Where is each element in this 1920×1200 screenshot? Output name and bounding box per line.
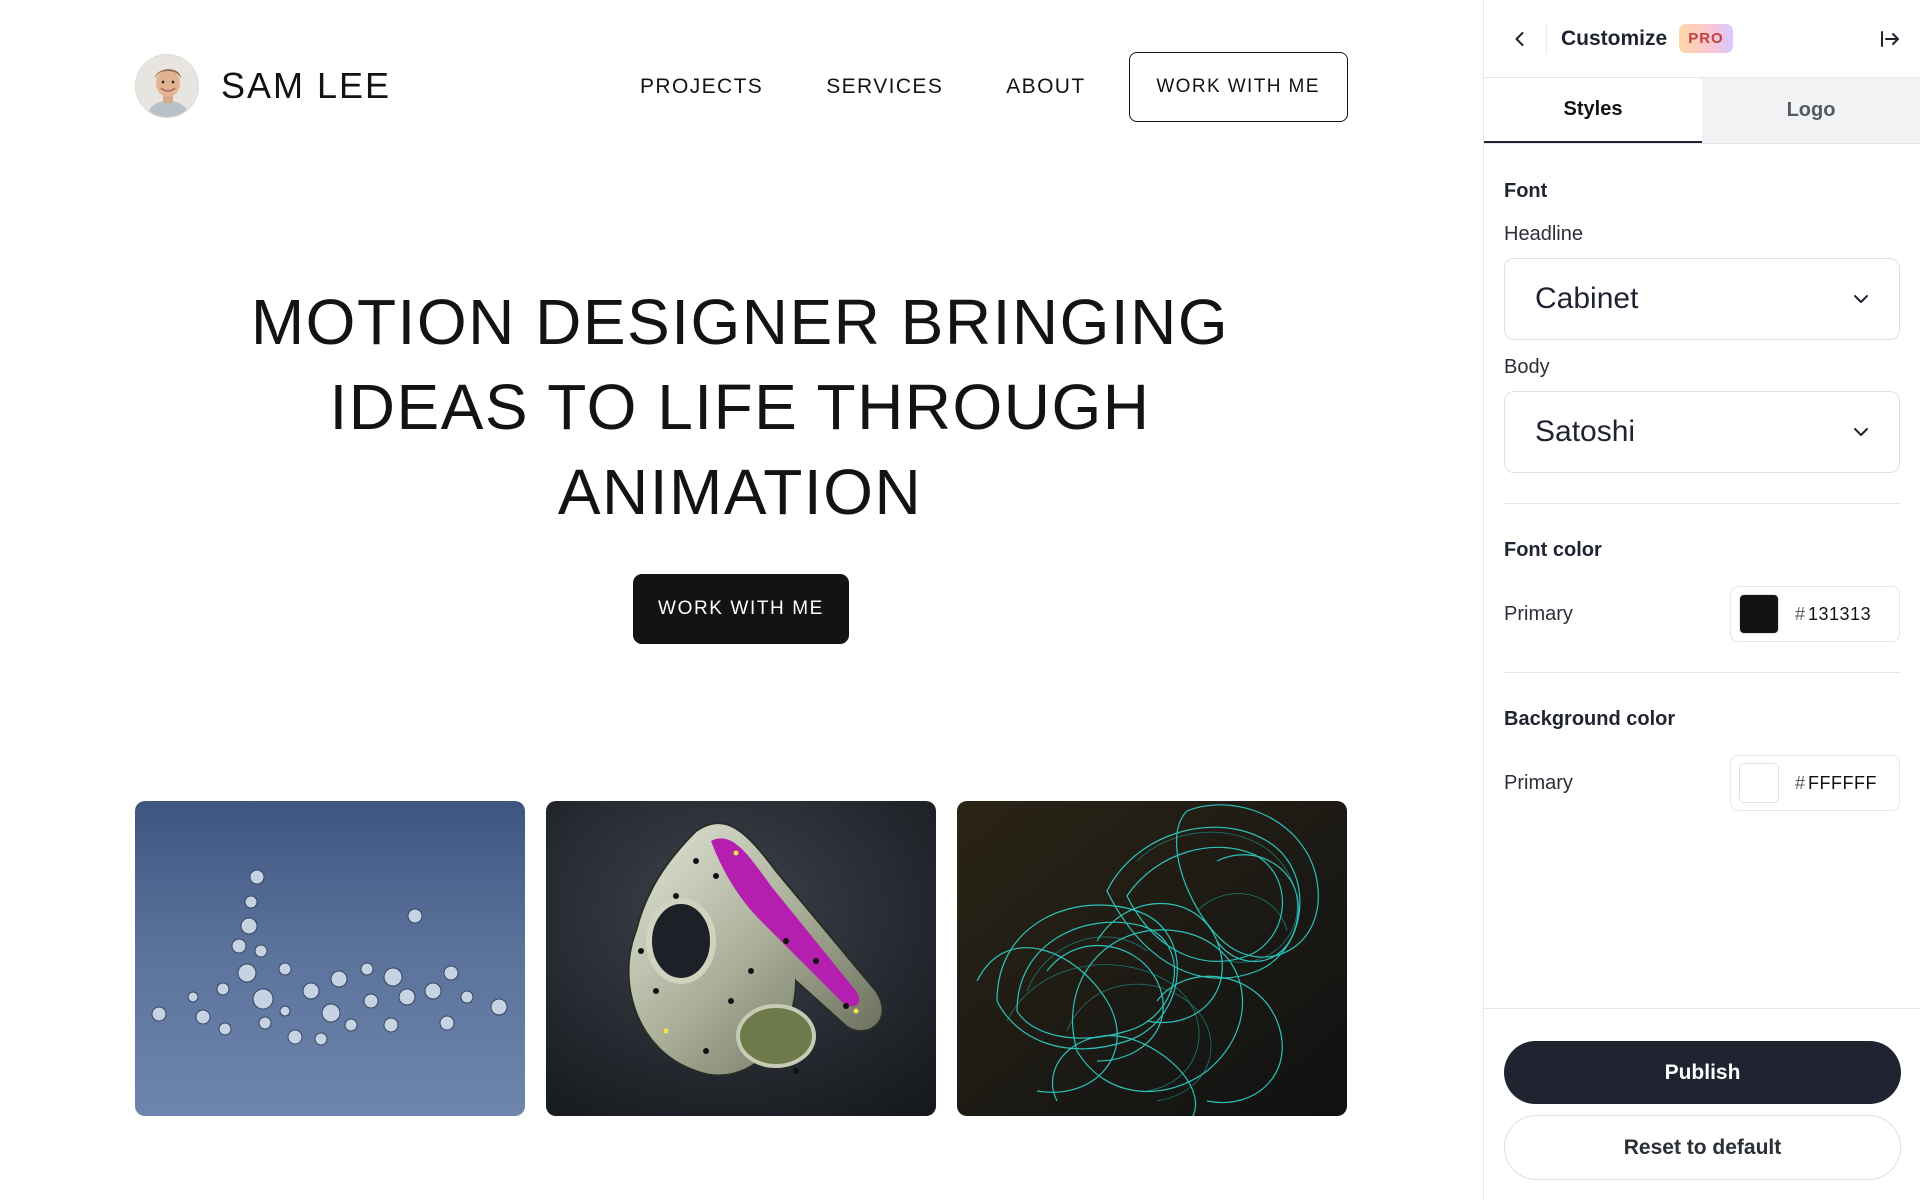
project-card-crystals[interactable] <box>135 801 525 1116</box>
mesh-image <box>957 801 1347 1116</box>
font-color-hex-value: 131313 <box>1808 603 1872 624</box>
project-gallery <box>135 801 1347 1116</box>
project-card-mesh[interactable] <box>957 801 1347 1116</box>
brand-name: SAM LEE <box>221 65 392 106</box>
tab-logo[interactable]: Logo <box>1702 78 1920 143</box>
font-color-primary-row: Primary # 131313 <box>1504 586 1900 642</box>
section-divider <box>1504 503 1900 504</box>
background-color-primary-row: Primary # FFFFFF <box>1504 755 1900 811</box>
collapse-panel-button[interactable] <box>1874 23 1906 55</box>
body-font-value: Satoshi <box>1535 415 1636 448</box>
pro-badge: PRO <box>1679 24 1733 53</box>
body-font-label: Body <box>1504 356 1550 378</box>
collapse-right-icon <box>1881 31 1899 47</box>
background-color-primary-input[interactable]: # FFFFFF <box>1730 755 1900 811</box>
site-preview: SAM LEE PROJECTS SERVICES ABOUT WORK WIT… <box>0 0 1483 1200</box>
back-button[interactable] <box>1504 23 1536 55</box>
background-color-swatch[interactable] <box>1739 763 1779 803</box>
avatar-image <box>136 55 198 117</box>
panel-title: Customize <box>1561 26 1668 50</box>
panel-body: Font Headline Cabinet Body Satoshi Font … <box>1484 180 1920 811</box>
chevron-down-icon <box>1854 295 1868 303</box>
crystals-image <box>135 801 525 1116</box>
brand[interactable]: SAM LEE <box>135 54 391 118</box>
customize-panel: Customize PRO Styles Logo Font Headline … <box>1483 0 1920 1200</box>
abstract-object-image <box>546 801 936 1116</box>
chevron-down-icon <box>1854 428 1868 436</box>
nav-link-services[interactable]: SERVICES <box>826 75 943 99</box>
nav-work-with-me-button[interactable]: WORK WITH ME <box>1128 52 1348 122</box>
hash-symbol: # <box>1795 603 1806 624</box>
header-divider <box>1546 23 1547 54</box>
background-color-section-title: Background color <box>1504 708 1676 730</box>
headline-font-value: Cabinet <box>1535 282 1639 315</box>
panel-footer: Publish Reset to default <box>1484 1008 1920 1180</box>
nav-link-projects[interactable]: PROJECTS <box>640 75 763 99</box>
headline-font-select[interactable]: Cabinet <box>1504 258 1900 340</box>
panel-header: Customize PRO <box>1484 0 1920 78</box>
chevron-left-icon <box>1515 31 1524 46</box>
nav-link-about[interactable]: ABOUT <box>1006 75 1085 99</box>
headline-font-label: Headline <box>1504 223 1583 245</box>
reset-to-default-button[interactable]: Reset to default <box>1504 1115 1901 1180</box>
publish-button[interactable]: Publish <box>1504 1041 1901 1104</box>
font-color-swatch[interactable] <box>1739 594 1779 634</box>
font-section-title: Font <box>1504 180 1548 202</box>
background-color-primary-label: Primary <box>1504 771 1573 794</box>
project-card-abstract-object[interactable] <box>546 801 936 1116</box>
font-color-primary-input[interactable]: # 131313 <box>1730 586 1900 642</box>
hero-work-with-me-button[interactable]: WORK WITH ME <box>633 574 849 644</box>
panel-tabs: Styles Logo <box>1484 78 1920 144</box>
body-font-select[interactable]: Satoshi <box>1504 391 1900 473</box>
hash-symbol: # <box>1795 772 1806 793</box>
main-nav: PROJECTS SERVICES ABOUT WORK WITH ME <box>640 52 1348 122</box>
font-color-section-title: Font color <box>1504 539 1602 561</box>
background-color-hex-value: FFFFFF <box>1808 772 1877 793</box>
avatar <box>135 54 199 118</box>
tab-styles[interactable]: Styles <box>1484 78 1702 143</box>
hero-title: MOTION DESIGNER BRINGING IDEAS TO LIFE T… <box>250 286 1230 528</box>
section-divider <box>1504 672 1900 673</box>
font-color-primary-label: Primary <box>1504 602 1573 625</box>
